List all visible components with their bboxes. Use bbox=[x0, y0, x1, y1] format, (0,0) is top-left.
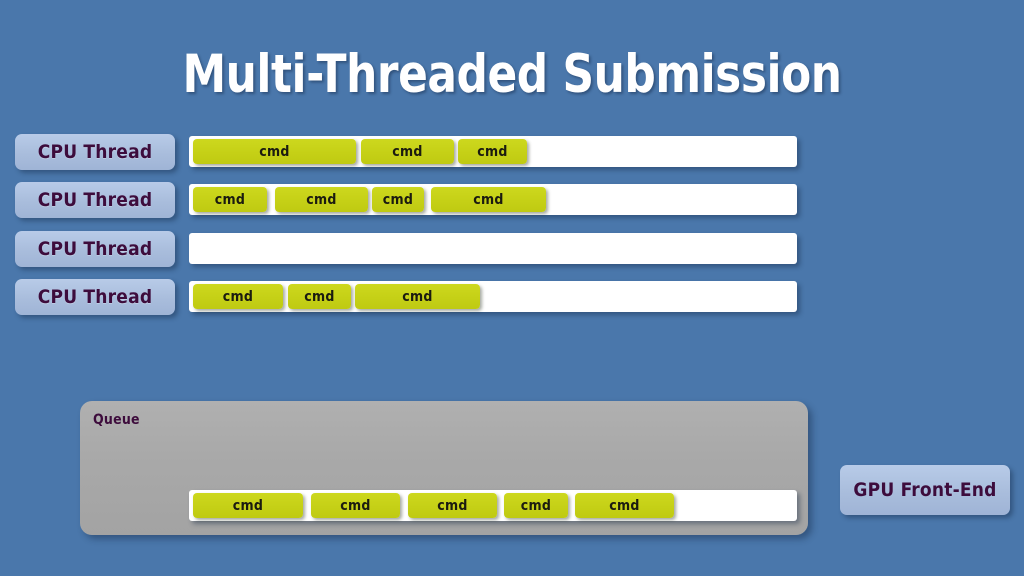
queue-cmd-box: cmd bbox=[408, 493, 497, 518]
cpu-thread-label-2: CPU Thread bbox=[15, 182, 175, 218]
cmd-box: cmd bbox=[193, 284, 283, 309]
cpu-thread-label-1: CPU Thread bbox=[15, 134, 175, 170]
queue-cmd-box: cmd bbox=[504, 493, 568, 518]
cmd-box: cmd bbox=[361, 139, 454, 164]
queue-cmd-box: cmd bbox=[575, 493, 674, 518]
cmd-box: cmd bbox=[458, 139, 527, 164]
cpu-thread-label-text: CPU Thread bbox=[37, 189, 153, 211]
page-title: Multi-Threaded Submission bbox=[182, 44, 842, 105]
cmd-box: cmd bbox=[288, 284, 351, 309]
cpu-thread-label-4: CPU Thread bbox=[15, 279, 175, 315]
queue-cmd-box: cmd bbox=[193, 493, 303, 518]
queue-cmd-box: cmd bbox=[311, 493, 400, 518]
slide-canvas: Multi-Threaded Submission CPU Thread cmd c… bbox=[0, 0, 1024, 576]
cpu-thread-label-text: CPU Thread bbox=[37, 141, 153, 163]
cmd-box: cmd bbox=[193, 187, 267, 212]
cpu-thread-label-text: CPU Thread bbox=[37, 286, 153, 308]
cpu-thread-track-3 bbox=[189, 233, 797, 264]
cpu-thread-label-text: CPU Thread bbox=[37, 238, 153, 260]
cmd-box: cmd bbox=[275, 187, 368, 212]
cmd-box: cmd bbox=[355, 284, 480, 309]
cmd-box: cmd bbox=[193, 139, 356, 164]
gpu-front-end-box: GPU Front-End bbox=[840, 465, 1010, 515]
cpu-thread-label-3: CPU Thread bbox=[15, 231, 175, 267]
queue-label: Queue bbox=[93, 412, 140, 428]
cmd-box: cmd bbox=[431, 187, 546, 212]
cmd-box: cmd bbox=[372, 187, 424, 212]
gpu-front-end-label: GPU Front-End bbox=[853, 479, 997, 501]
